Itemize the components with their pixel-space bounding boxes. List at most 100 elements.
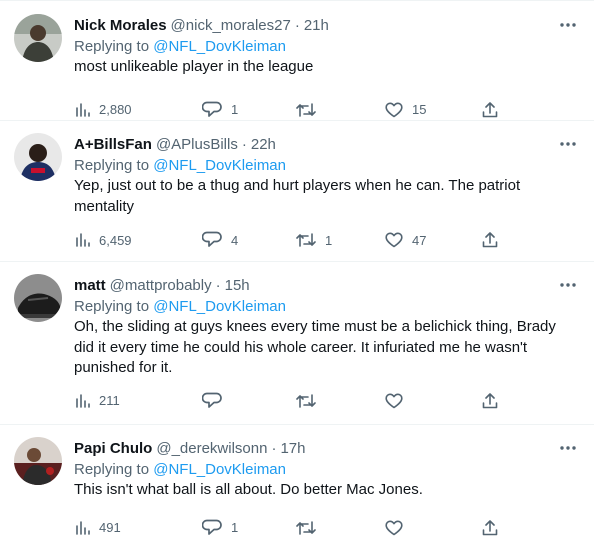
tweet-header: Papi Chulo @_derekwilsonn · 17h	[74, 437, 578, 459]
replying-to-label: Replying to	[74, 298, 150, 315]
share-icon	[482, 101, 498, 117]
tweet-text: Oh, the sliding at guys knees every time…	[74, 318, 556, 376]
reply-button[interactable]: 1	[202, 101, 296, 119]
like-button[interactable]	[385, 393, 482, 409]
views-count: 2,880	[99, 102, 132, 117]
views-button[interactable]: 2,880	[74, 102, 202, 118]
author-handle[interactable]: @APlusBills	[156, 136, 238, 153]
author-name[interactable]: Papi Chulo	[74, 440, 152, 457]
share-button[interactable]	[482, 392, 498, 409]
views-button[interactable]: 491	[74, 520, 202, 536]
retweet-icon	[296, 233, 316, 247]
more-icon[interactable]	[558, 439, 578, 457]
tweet[interactable]: A+BillsFan @APlusBills · 22h Replying to…	[0, 121, 594, 262]
author-handle[interactable]: @_derekwilsonn	[156, 440, 267, 457]
tweet-text: most unlikeable player in the league	[74, 58, 314, 75]
avatar[interactable]	[14, 274, 62, 322]
retweet-icon	[296, 393, 316, 408]
share-button[interactable]	[482, 232, 498, 248]
views-icon	[76, 233, 90, 247]
more-icon[interactable]	[558, 276, 578, 294]
tweet-header: Nick Morales @nick_morales27 · 21h	[74, 14, 578, 36]
replying-to: Replying to @NFL_DovKleiman	[74, 459, 578, 480]
author-name[interactable]: Nick Morales	[74, 17, 167, 34]
share-button[interactable]	[482, 101, 498, 118]
retweet-icon	[296, 520, 316, 535]
replying-to: Replying to @NFL_DovKleiman	[74, 155, 578, 176]
views-icon	[76, 393, 90, 408]
avatar[interactable]	[14, 14, 62, 62]
like-count: 15	[412, 102, 427, 117]
tweet-text: Yep, just out to be a thug and hurt play…	[74, 177, 521, 215]
like-icon	[385, 393, 403, 408]
tweet-text: This isn't what ball is all about. Do be…	[74, 481, 423, 498]
action-bar: 6,459 4 1 47	[74, 221, 578, 259]
avatar[interactable]	[14, 133, 62, 181]
views-icon	[76, 520, 90, 535]
reply-list: Nick Morales @nick_morales27 · 21h Reply…	[0, 2, 594, 538]
replying-to: Replying to @NFL_DovKleiman	[74, 36, 578, 57]
author-name[interactable]: A+BillsFan	[74, 136, 152, 153]
more-icon[interactable]	[558, 135, 578, 153]
mention-link[interactable]: @NFL_DovKleiman	[153, 157, 286, 174]
mention-link[interactable]: @NFL_DovKleiman	[153, 298, 286, 315]
reply-icon	[202, 231, 222, 247]
author-handle[interactable]: @nick_morales27	[171, 17, 291, 34]
like-icon	[385, 520, 403, 535]
action-bar: 211	[74, 382, 578, 420]
timestamp[interactable]: 22h	[251, 136, 276, 153]
retweet-count: 1	[325, 232, 333, 248]
mention-link[interactable]: @NFL_DovKleiman	[153, 38, 286, 55]
timestamp[interactable]: 21h	[304, 17, 329, 34]
tweet-header: A+BillsFan @APlusBills · 22h	[74, 133, 578, 155]
replying-to-label: Replying to	[74, 157, 150, 174]
views-count: 211	[99, 393, 120, 408]
replying-to-label: Replying to	[74, 461, 150, 478]
reply-count: 1	[231, 520, 239, 535]
share-icon	[482, 232, 498, 248]
views-button[interactable]: 211	[74, 393, 202, 409]
avatar[interactable]	[14, 437, 62, 485]
separator: ·	[241, 135, 247, 153]
separator: ·	[294, 16, 300, 34]
reply-button[interactable]	[202, 392, 296, 410]
share-icon	[482, 519, 498, 535]
reply-count: 4	[231, 232, 239, 248]
share-icon	[482, 392, 498, 408]
mention-link[interactable]: @NFL_DovKleiman	[153, 461, 286, 478]
retweet-icon	[296, 102, 316, 117]
reply-icon	[202, 392, 222, 408]
retweet-button[interactable]: 1	[296, 232, 385, 248]
tweet[interactable]: Papi Chulo @_derekwilsonn · 17h Replying…	[0, 425, 594, 538]
reply-icon	[202, 101, 222, 117]
tweet[interactable]: Nick Morales @nick_morales27 · 21h Reply…	[0, 2, 594, 121]
tweet[interactable]: matt @mattprobably · 15h Replying to @NF…	[0, 262, 594, 425]
replying-to-label: Replying to	[74, 38, 150, 55]
timestamp[interactable]: 17h	[280, 440, 305, 457]
views-button[interactable]: 6,459	[74, 232, 202, 248]
replying-to: Replying to @NFL_DovKleiman	[74, 296, 578, 317]
author-handle[interactable]: @mattprobably	[110, 277, 212, 294]
views-count: 491	[99, 520, 121, 535]
retweet-button[interactable]	[296, 102, 385, 118]
author-name[interactable]: matt	[74, 277, 106, 294]
more-icon[interactable]	[558, 16, 578, 34]
timestamp[interactable]: 15h	[225, 277, 250, 294]
like-button[interactable]: 47	[385, 232, 482, 248]
like-count: 47	[412, 232, 427, 248]
reply-count: 1	[231, 102, 239, 117]
reply-button[interactable]: 1	[202, 519, 296, 537]
like-icon	[385, 102, 403, 117]
reply-icon	[202, 519, 222, 535]
share-button[interactable]	[482, 519, 498, 536]
like-button[interactable]	[385, 520, 482, 536]
action-bar: 491 1	[74, 509, 578, 538]
views-count: 6,459	[99, 232, 132, 248]
reply-button[interactable]: 4	[202, 231, 296, 249]
retweet-button[interactable]	[296, 520, 385, 536]
like-button[interactable]: 15	[385, 102, 482, 118]
like-icon	[385, 232, 403, 248]
views-icon	[76, 102, 90, 117]
retweet-button[interactable]	[296, 393, 385, 409]
separator: ·	[271, 439, 277, 457]
